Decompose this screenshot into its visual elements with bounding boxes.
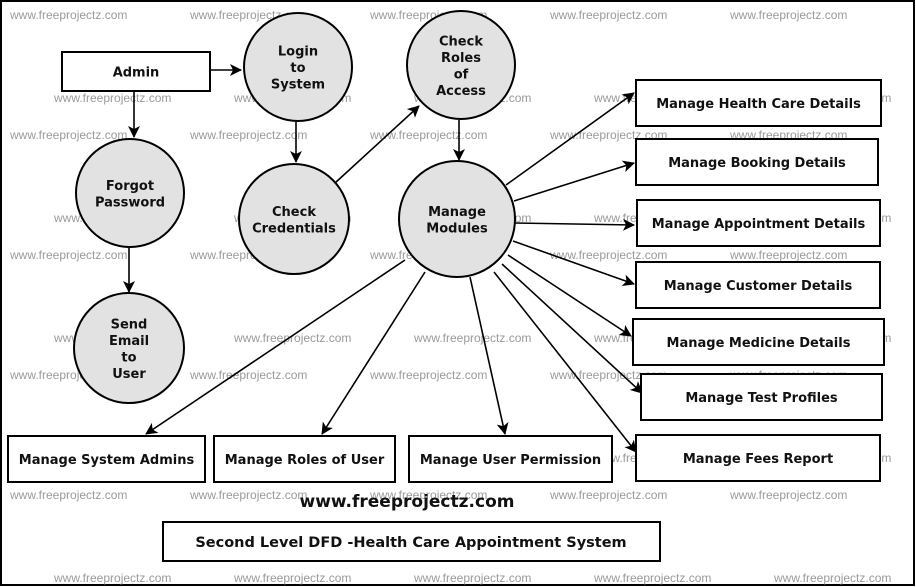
module-booking: Manage Booking Details (635, 138, 879, 186)
process-check-roles-label-line: of (454, 67, 469, 82)
watermark-text: www.freeprojectz.com (369, 368, 487, 382)
watermark-text: www.freeprojectz.com (413, 331, 531, 345)
process-send-email-label-line: to (121, 350, 136, 365)
process-forgot-label-line: Forgot (106, 179, 154, 194)
watermark-text: www.freeprojectz.com (189, 128, 307, 142)
watermark-text: www.freeprojectz.com (53, 571, 171, 585)
site-label: www.freeprojectz.com (300, 492, 515, 512)
module-test-label: Manage Test Profiles (685, 391, 838, 406)
process-send-email-label-line: Email (109, 334, 149, 349)
process-check-roles-label-line: Access (436, 84, 486, 99)
process-login: Loginto System (243, 12, 353, 122)
module-customer-label: Manage Customer Details (664, 279, 853, 294)
process-check-roles: Check Rolesof Access (406, 10, 516, 120)
module-sysadmins-label: Manage System Admins (19, 453, 195, 468)
watermark-text: www.freeprojectz.com (549, 488, 667, 502)
module-customer: Manage Customer Details (635, 261, 881, 309)
process-check-cred-label-line: Credentials (252, 221, 336, 236)
module-permission-label: Manage User Permission (420, 453, 601, 468)
process-check-cred-label-line: Check (272, 205, 316, 220)
module-sysadmins: Manage System Admins (7, 435, 206, 483)
process-login-label-line: to (290, 61, 305, 76)
process-check-roles-label-line: Check (439, 34, 483, 49)
module-roles-label: Manage Roles of User (225, 453, 385, 468)
process-forgot: ForgotPassword (75, 138, 185, 248)
watermark-text: www.freeprojectz.com (413, 571, 531, 585)
watermark-text: www.freeprojectz.com (9, 128, 127, 142)
process-forgot-label-line: Password (95, 195, 165, 210)
process-login-label-line: System (271, 78, 325, 93)
watermark-text: www.freeprojectz.com (773, 571, 891, 585)
module-fees-label: Manage Fees Report (683, 452, 833, 467)
dfd-diagram: www.freeprojectz.com www.freeprojectz.com… (0, 0, 916, 587)
module-appointment: Manage Appointment Details (636, 199, 881, 247)
watermark-text: www.freeprojectz.com (233, 571, 351, 585)
module-appointment-label: Manage Appointment Details (652, 217, 866, 232)
watermark-text: www.freeprojectz.com (593, 571, 711, 585)
watermark-text: www.freeprojectz.com (9, 488, 127, 502)
process-check-roles-label-line: Roles (441, 51, 481, 66)
watermark-text: www.freeprojectz.com (9, 8, 127, 22)
dfd-canvas: www.freeprojectz.com www.freeprojectz.com… (0, 0, 915, 586)
watermark-text: www.freeprojectz.com (233, 331, 351, 345)
process-manage-modules: ManageModules (398, 160, 516, 278)
watermark-text: www.freeprojectz.com (53, 91, 171, 105)
watermark-text: www.freeprojectz.com (9, 248, 127, 262)
module-medicine: Manage Medicine Details (632, 318, 885, 366)
process-manage-modules-label-line: Manage (428, 205, 486, 220)
module-health-label: Manage Health Care Details (656, 97, 861, 112)
process-send-email-label-line: Send (111, 317, 148, 332)
watermark-text: www.freeprojectz.com (549, 8, 667, 22)
watermark-text: www.freeprojectz.com (729, 248, 847, 262)
entity-admin-label: Admin (113, 66, 160, 81)
module-roles: Manage Roles of User (213, 435, 396, 483)
process-manage-modules-label-line: Modules (426, 221, 488, 236)
diagram-title: Second Level DFD -Health Care Appointmen… (195, 535, 626, 551)
module-booking-label: Manage Booking Details (668, 156, 846, 171)
watermark-text: www.freeprojectz.com (189, 368, 307, 382)
process-check-cred: CheckCredentials (238, 163, 350, 275)
entity-admin: Admin (61, 51, 211, 92)
watermark-text: www.freeprojectz.com (729, 8, 847, 22)
module-medicine-label: Manage Medicine Details (667, 336, 851, 351)
module-fees: Manage Fees Report (635, 434, 881, 482)
module-permission: Manage User Permission (408, 435, 613, 483)
process-send-email: Send Emailto User (73, 292, 185, 404)
process-send-email-label-line: User (112, 367, 146, 382)
module-test: Manage Test Profiles (640, 373, 883, 421)
watermark-text: www.freeprojectz.com (189, 488, 307, 502)
module-health: Manage Health Care Details (635, 79, 882, 127)
watermark-text: www.freeprojectz.com (729, 488, 847, 502)
process-login-label-line: Login (278, 45, 318, 60)
